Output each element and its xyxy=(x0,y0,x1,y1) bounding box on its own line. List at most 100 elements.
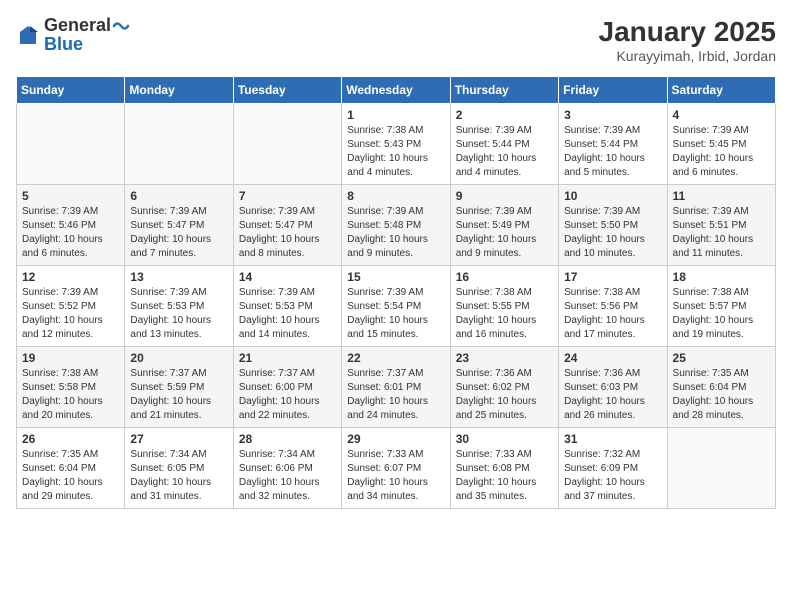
calendar-cell xyxy=(233,104,341,185)
day-number: 21 xyxy=(239,351,336,365)
calendar-cell: 22 Sunrise: 7:37 AMSunset: 6:01 PMDayligh… xyxy=(342,347,450,428)
cell-text: Sunrise: 7:34 AMSunset: 6:06 PMDaylight:… xyxy=(239,449,320,502)
calendar-cell: 28 Sunrise: 7:34 AMSunset: 6:06 PMDayligh… xyxy=(233,428,341,509)
day-header-friday: Friday xyxy=(559,77,667,104)
day-number: 7 xyxy=(239,189,336,203)
cell-text: Sunrise: 7:32 AMSunset: 6:09 PMDaylight:… xyxy=(564,449,645,502)
day-number: 4 xyxy=(673,108,770,122)
cell-text: Sunrise: 7:37 AMSunset: 6:00 PMDaylight:… xyxy=(239,368,320,421)
cell-text: Sunrise: 7:39 AMSunset: 5:50 PMDaylight:… xyxy=(564,206,645,259)
cell-text: Sunrise: 7:33 AMSunset: 6:07 PMDaylight:… xyxy=(347,449,428,502)
calendar-cell: 9Sunrise: 7:39 AMSunset: 5:49 PMDaylight… xyxy=(450,185,558,266)
calendar-cell: 29Sunrise: 7:33 AMSunset: 6:07 PMDayligh… xyxy=(342,428,450,509)
cell-text: Sunrise: 7:37 AMSunset: 6:01 PMDaylight:… xyxy=(347,368,428,421)
calendar-cell: 12 Sunrise: 7:39 AMSunset: 5:52 PMDayligh… xyxy=(17,266,125,347)
cell-text: Sunrise: 7:36 AMSunset: 6:03 PMDaylight:… xyxy=(564,368,645,421)
logo-general: General xyxy=(44,16,111,35)
week-row-1: 1Sunrise: 7:38 AMSunset: 5:43 PMDaylight… xyxy=(17,104,776,185)
cell-text: Sunrise: 7:39 AMSunset: 5:54 PMDaylight:… xyxy=(347,287,428,340)
day-number: 6 xyxy=(130,189,227,203)
calendar-cell: 21 Sunrise: 7:37 AMSunset: 6:00 PMDayligh… xyxy=(233,347,341,428)
week-row-3: 12 Sunrise: 7:39 AMSunset: 5:52 PMDayligh… xyxy=(17,266,776,347)
calendar-cell: 24 Sunrise: 7:36 AMSunset: 6:03 PMDayligh… xyxy=(559,347,667,428)
day-number: 11 xyxy=(673,189,770,203)
calendar-cell xyxy=(667,428,775,509)
calendar-cell xyxy=(17,104,125,185)
day-header-saturday: Saturday xyxy=(667,77,775,104)
cell-text: Sunrise: 7:38 AMSunset: 5:58 PMDaylight:… xyxy=(22,368,103,421)
day-number: 12 xyxy=(22,270,119,284)
calendar-cell: 3Sunrise: 7:39 AMSunset: 5:44 PMDaylight… xyxy=(559,104,667,185)
day-number: 15 xyxy=(347,270,444,284)
calendar-cell: 20 Sunrise: 7:37 AMSunset: 5:59 PMDayligh… xyxy=(125,347,233,428)
day-number: 14 xyxy=(239,270,336,284)
cell-text: Sunrise: 7:34 AMSunset: 6:05 PMDaylight:… xyxy=(130,449,211,502)
cell-text: Sunrise: 7:38 AMSunset: 5:56 PMDaylight:… xyxy=(564,287,645,340)
calendar-cell: 16Sunrise: 7:38 AMSunset: 5:55 PMDayligh… xyxy=(450,266,558,347)
cell-text: Sunrise: 7:39 AMSunset: 5:51 PMDaylight:… xyxy=(673,206,754,259)
cell-text: Sunrise: 7:39 AMSunset: 5:52 PMDaylight:… xyxy=(22,287,103,340)
calendar-cell: 1Sunrise: 7:38 AMSunset: 5:43 PMDaylight… xyxy=(342,104,450,185)
calendar-subtitle: Kurayyimah, Irbid, Jordan xyxy=(599,48,776,64)
calendar-cell: 18 Sunrise: 7:38 AMSunset: 5:57 PMDayligh… xyxy=(667,266,775,347)
cell-text: Sunrise: 7:39 AMSunset: 5:53 PMDaylight:… xyxy=(239,287,320,340)
calendar-cell: 25 Sunrise: 7:35 AMSunset: 6:04 PMDayligh… xyxy=(667,347,775,428)
day-number: 23 xyxy=(456,351,553,365)
day-number: 25 xyxy=(673,351,770,365)
day-number: 16 xyxy=(456,270,553,284)
logo-wave-icon xyxy=(112,17,130,35)
day-number: 19 xyxy=(22,351,119,365)
cell-text: Sunrise: 7:35 AMSunset: 6:04 PMDaylight:… xyxy=(673,368,754,421)
day-header-monday: Monday xyxy=(125,77,233,104)
week-row-5: 26Sunrise: 7:35 AMSunset: 6:04 PMDayligh… xyxy=(17,428,776,509)
day-number: 3 xyxy=(564,108,661,122)
header: General Blue January 2025 Kurayyimah, Ir… xyxy=(16,16,776,64)
header-row: SundayMondayTuesdayWednesdayThursdayFrid… xyxy=(17,77,776,104)
day-number: 2 xyxy=(456,108,553,122)
calendar-cell: 17Sunrise: 7:38 AMSunset: 5:56 PMDayligh… xyxy=(559,266,667,347)
day-number: 27 xyxy=(130,432,227,446)
day-header-wednesday: Wednesday xyxy=(342,77,450,104)
cell-text: Sunrise: 7:37 AMSunset: 5:59 PMDaylight:… xyxy=(130,368,211,421)
calendar-table: SundayMondayTuesdayWednesdayThursdayFrid… xyxy=(16,76,776,509)
calendar-cell: 13 Sunrise: 7:39 AMSunset: 5:53 PMDayligh… xyxy=(125,266,233,347)
calendar-cell: 23Sunrise: 7:36 AMSunset: 6:02 PMDayligh… xyxy=(450,347,558,428)
cell-text: Sunrise: 7:39 AMSunset: 5:53 PMDaylight:… xyxy=(130,287,211,340)
logo: General Blue xyxy=(16,16,130,55)
day-number: 22 xyxy=(347,351,444,365)
cell-text: Sunrise: 7:38 AMSunset: 5:43 PMDaylight:… xyxy=(347,125,428,178)
cell-text: Sunrise: 7:38 AMSunset: 5:57 PMDaylight:… xyxy=(673,287,754,340)
day-number: 13 xyxy=(130,270,227,284)
calendar-cell: 14 Sunrise: 7:39 AMSunset: 5:53 PMDayligh… xyxy=(233,266,341,347)
title-area: January 2025 Kurayyimah, Irbid, Jordan xyxy=(599,16,776,64)
day-number: 9 xyxy=(456,189,553,203)
calendar-cell: 30Sunrise: 7:33 AMSunset: 6:08 PMDayligh… xyxy=(450,428,558,509)
calendar-title: January 2025 xyxy=(599,16,776,48)
cell-text: Sunrise: 7:39 AMSunset: 5:48 PMDaylight:… xyxy=(347,206,428,259)
day-header-tuesday: Tuesday xyxy=(233,77,341,104)
day-number: 20 xyxy=(130,351,227,365)
day-header-sunday: Sunday xyxy=(17,77,125,104)
calendar-cell xyxy=(125,104,233,185)
day-number: 24 xyxy=(564,351,661,365)
calendar-cell: 8 Sunrise: 7:39 AMSunset: 5:48 PMDaylight… xyxy=(342,185,450,266)
calendar-cell: 7Sunrise: 7:39 AMSunset: 5:47 PMDaylight… xyxy=(233,185,341,266)
day-number: 18 xyxy=(673,270,770,284)
logo-icon xyxy=(16,24,40,48)
calendar-cell: 27 Sunrise: 7:34 AMSunset: 6:05 PMDayligh… xyxy=(125,428,233,509)
day-number: 30 xyxy=(456,432,553,446)
calendar-cell: 2Sunrise: 7:39 AMSunset: 5:44 PMDaylight… xyxy=(450,104,558,185)
cell-text: Sunrise: 7:39 AMSunset: 5:47 PMDaylight:… xyxy=(130,206,211,259)
day-number: 8 xyxy=(347,189,444,203)
day-number: 5 xyxy=(22,189,119,203)
calendar-cell: 6 Sunrise: 7:39 AMSunset: 5:47 PMDaylight… xyxy=(125,185,233,266)
day-number: 31 xyxy=(564,432,661,446)
calendar-cell: 26Sunrise: 7:35 AMSunset: 6:04 PMDayligh… xyxy=(17,428,125,509)
calendar-cell: 15 Sunrise: 7:39 AMSunset: 5:54 PMDayligh… xyxy=(342,266,450,347)
logo-blue: Blue xyxy=(44,34,83,54)
cell-text: Sunrise: 7:35 AMSunset: 6:04 PMDaylight:… xyxy=(22,449,103,502)
calendar-cell: 11 Sunrise: 7:39 AMSunset: 5:51 PMDayligh… xyxy=(667,185,775,266)
calendar-cell: 19 Sunrise: 7:38 AMSunset: 5:58 PMDayligh… xyxy=(17,347,125,428)
calendar-cell: 5Sunrise: 7:39 AMSunset: 5:46 PMDaylight… xyxy=(17,185,125,266)
day-number: 28 xyxy=(239,432,336,446)
